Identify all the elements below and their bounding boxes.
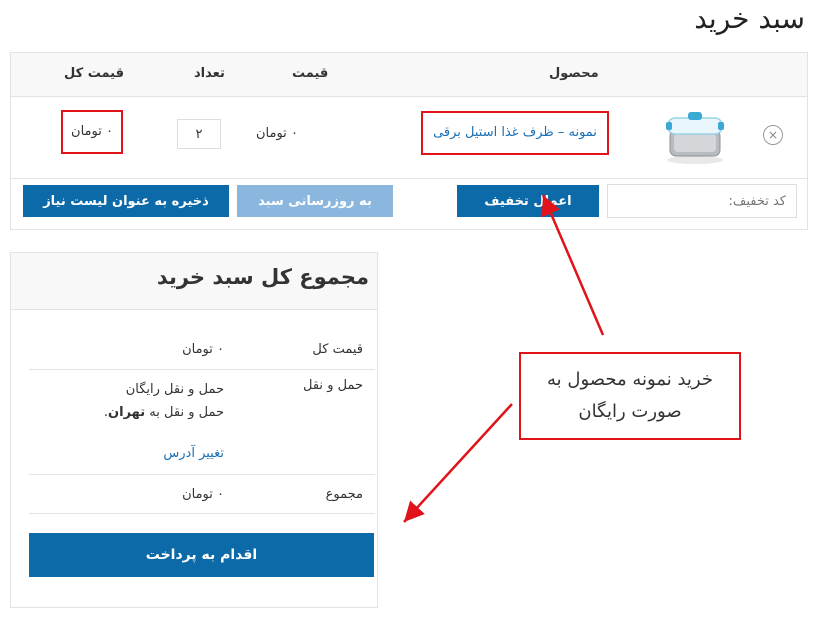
item-subtotal: ۰ تومان	[61, 110, 123, 154]
change-address-link[interactable]: تغییر آدرس	[163, 446, 224, 461]
close-circle-icon[interactable]: ×	[763, 125, 783, 145]
cart-totals-header: مجموع کل سبد خرید	[11, 253, 377, 310]
update-cart-button[interactable]: به روزرسانی سبد	[237, 185, 393, 217]
cart-actions: اعمال تخفیف به روزرسانی سبد ذخیره به عنو…	[11, 179, 807, 229]
cart-totals-title: مجموع کل سبد خرید	[156, 265, 369, 289]
shipping-label: حمل و نقل	[303, 378, 363, 393]
cart-totals: مجموع کل سبد خرید قیمت کل ۰ تومان حمل و …	[10, 252, 378, 608]
cart-table: محصول قیمت تعداد قیمت کل × نمونه – ظرف غ…	[10, 52, 808, 230]
header-product: محصول	[549, 66, 599, 81]
totals-divider	[29, 513, 375, 514]
cart-row: × نمونه – ظرف غذا استیل برقی ۰ تومان ۰ ت…	[11, 96, 807, 179]
coupon-input[interactable]	[607, 184, 797, 218]
header-price: قیمت	[292, 66, 329, 81]
subtotal-label: قیمت کل	[312, 342, 363, 357]
totals-divider	[29, 369, 375, 370]
apply-coupon-button[interactable]: اعمال تخفیف	[457, 185, 599, 217]
header-quantity: تعداد	[194, 66, 225, 81]
quantity-input[interactable]	[177, 119, 221, 149]
cart-table-header: محصول قیمت تعداد قیمت کل	[11, 53, 807, 97]
subtotal-value: ۰ تومان	[182, 342, 224, 357]
checkout-button[interactable]: اقدام به پرداخت	[29, 533, 374, 577]
header-subtotal: قیمت کل	[64, 66, 124, 81]
shipping-to-prefix: حمل و نقل به	[149, 405, 224, 420]
page-title: سبد خرید	[694, 2, 805, 35]
totals-divider	[29, 474, 375, 475]
product-link[interactable]: نمونه – ظرف غذا استیل برقی	[421, 111, 609, 155]
food-container-icon[interactable]	[664, 108, 726, 166]
annotation-callout: خرید نمونه محصول به صورت رایگان	[519, 352, 741, 440]
item-price: ۰ تومان	[256, 126, 298, 141]
total-label: مجموع	[325, 487, 363, 502]
save-wishlist-button[interactable]: ذخیره به عنوان لیست نیاز	[23, 185, 229, 217]
shipping-method: حمل و نقل رایگان	[125, 382, 224, 397]
shipping-destination: حمل و نقل به تهران.	[103, 405, 224, 420]
shipping-city: تهران	[108, 405, 146, 420]
total-value: ۰ تومان	[182, 487, 224, 502]
